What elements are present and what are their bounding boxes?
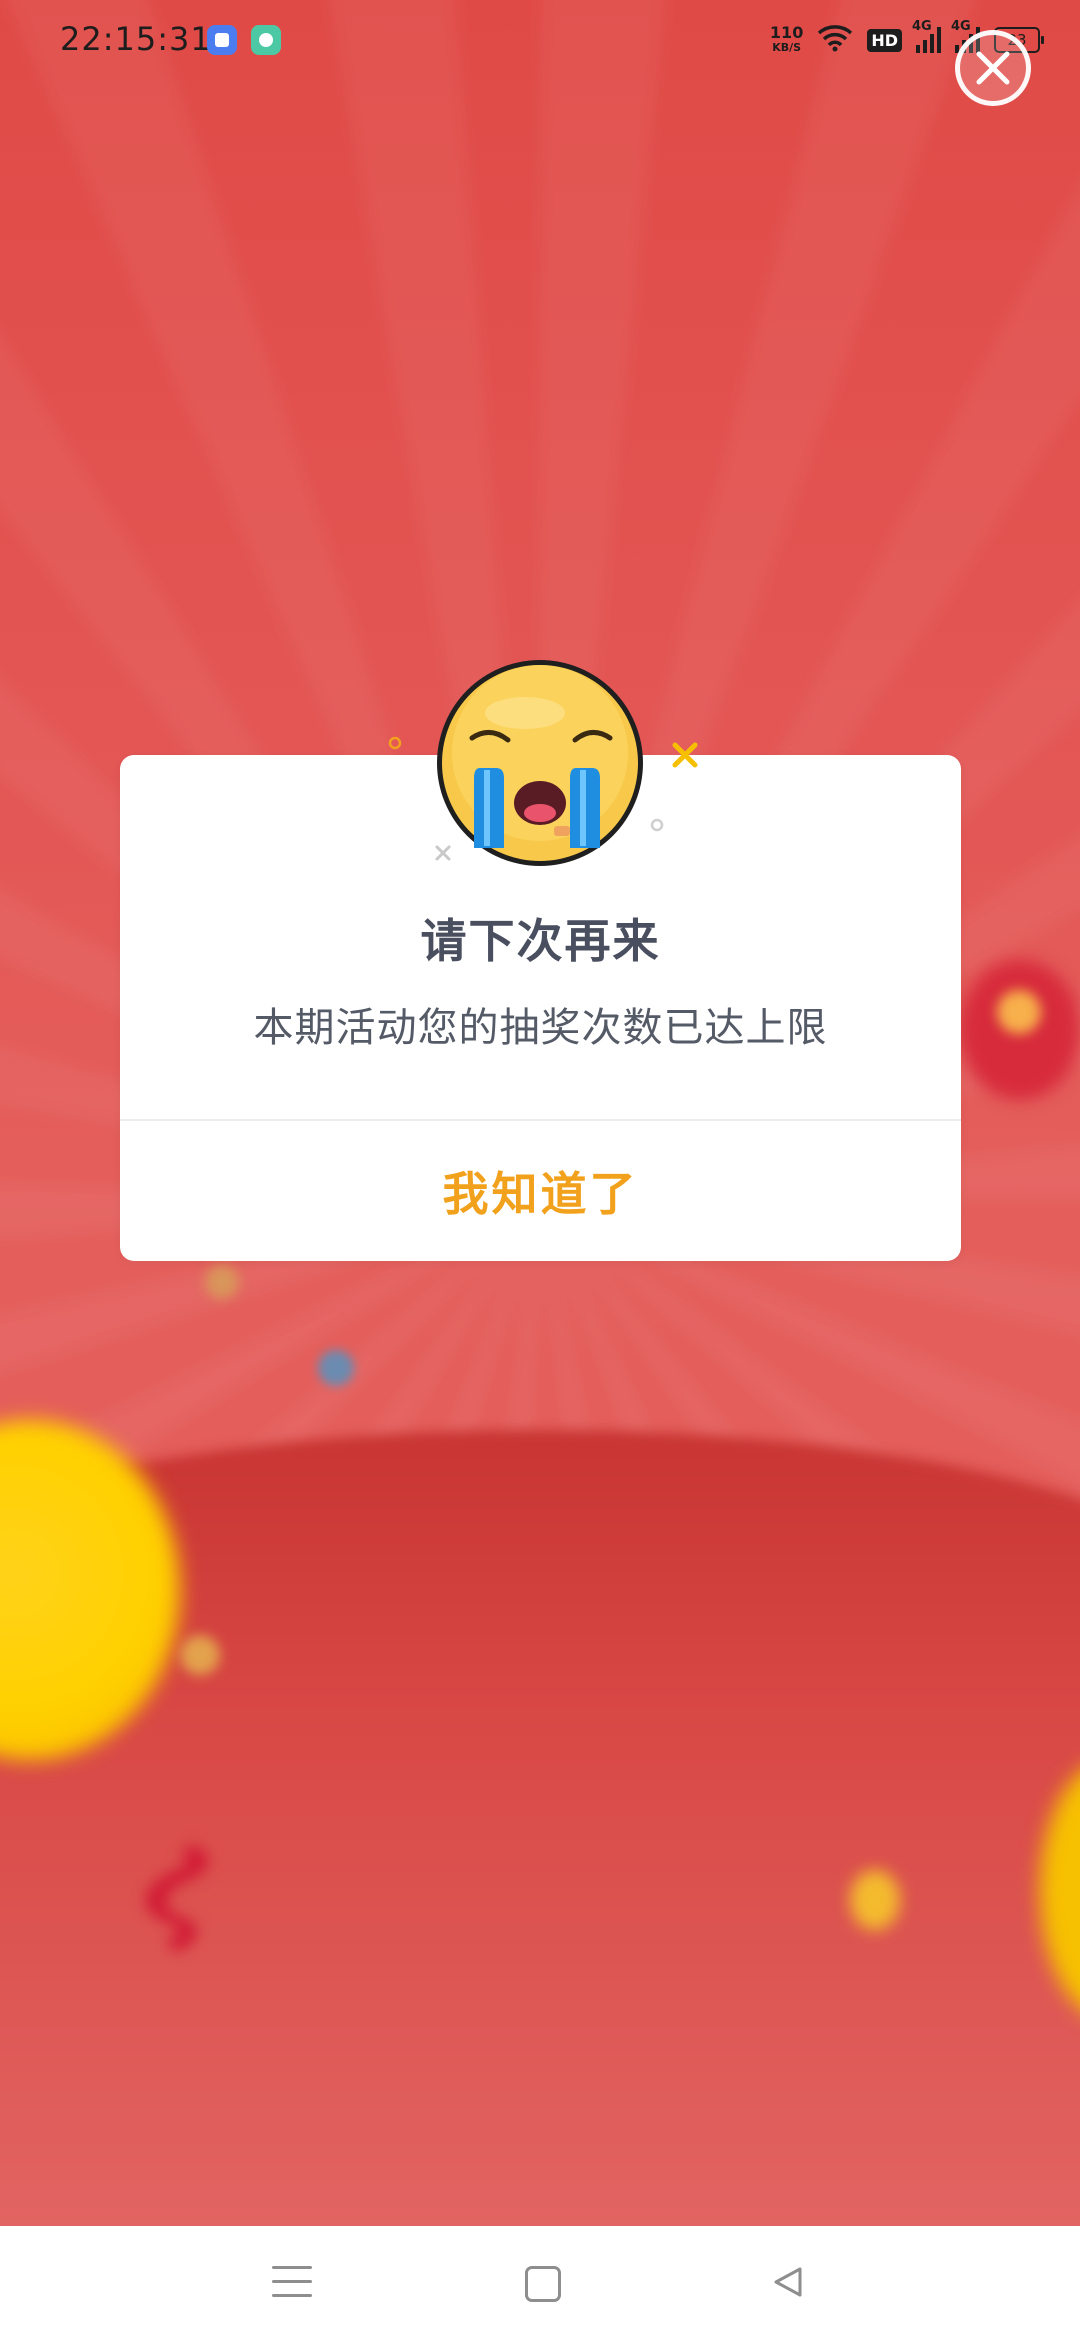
green-app-icon [251, 25, 281, 55]
dialog-title: 请下次再来 [420, 914, 661, 968]
status-time: 22:15:31 [60, 20, 212, 58]
network-speed: 110 KB/S [769, 23, 804, 55]
yellow-confetti [850, 1870, 900, 1930]
dialog-message: 本期活动您的抽奖次数已达上限 [253, 1005, 828, 1051]
orange-confetti [205, 1265, 239, 1299]
sparkle-icon [434, 844, 452, 866]
ring-decoration [649, 817, 665, 837]
balloon-highlight [997, 990, 1041, 1034]
blue-confetti [318, 1350, 354, 1386]
menu-icon[interactable] [272, 2266, 312, 2300]
sparkle-icon [670, 740, 700, 774]
home-icon[interactable] [525, 2266, 561, 2302]
back-icon[interactable] [770, 2264, 806, 2304]
signal-icon: 4G [912, 19, 941, 53]
ring-decoration [387, 735, 403, 755]
close-button[interactable] [955, 30, 1031, 106]
wifi-icon [817, 24, 853, 56]
hd-badge: HD [867, 28, 902, 52]
navigation-bar [0, 2226, 1080, 2340]
ribbon-decoration [120, 1840, 230, 1960]
orange-confetti [180, 1635, 220, 1675]
status-bar: 22:15:31 110 KB/S HD 4G 4G 23 [0, 0, 1080, 80]
blue-app-icon [207, 25, 237, 55]
close-icon [976, 51, 1010, 85]
crying-face-icon [430, 658, 650, 878]
confirm-button[interactable]: 我知道了 [120, 1121, 961, 1261]
